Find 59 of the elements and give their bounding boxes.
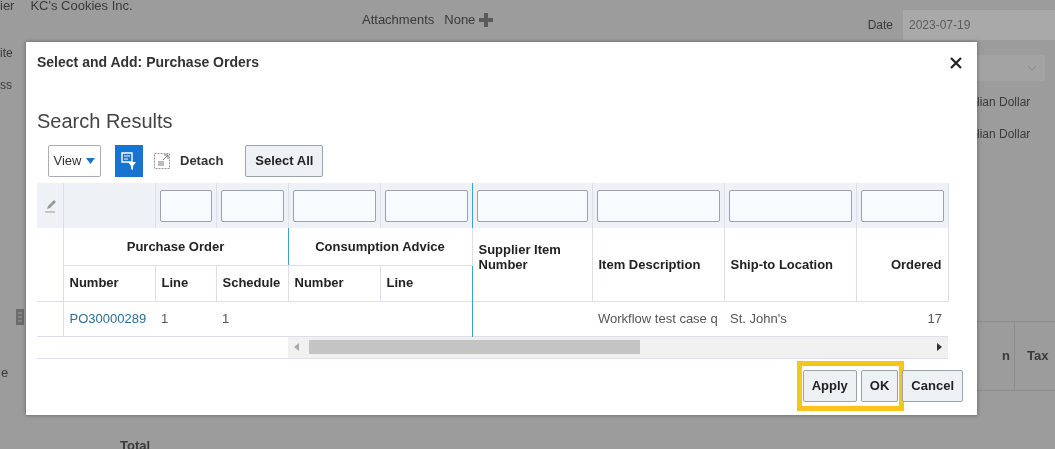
- chevron-down-icon: [1027, 65, 1037, 71]
- filter-field[interactable]: [860, 189, 944, 222]
- column-header: Item Description: [592, 228, 724, 301]
- field-label: ss: [0, 77, 13, 94]
- pencil-icon: [43, 198, 56, 213]
- column-header: Number: [288, 265, 380, 301]
- filter-button[interactable]: [115, 145, 143, 177]
- dialog-title: Select and Add: Purchase Orders: [37, 53, 259, 72]
- column-group-header: Consumption Advice: [288, 228, 472, 265]
- column-header: Ship-to Location: [724, 228, 856, 301]
- total-label: Total: [120, 436, 152, 449]
- detach-button[interactable]: Detach: [154, 151, 224, 171]
- table-cell[interactable]: PO30000289: [63, 301, 155, 336]
- field-label: ite: [0, 45, 14, 62]
- filter-field[interactable]: [596, 189, 720, 222]
- table-cell: 1: [216, 301, 288, 336]
- field-label: ier: [0, 0, 15, 15]
- select-all-button[interactable]: Select All: [245, 145, 324, 177]
- section-title: Search Results: [37, 109, 174, 134]
- filter-field[interactable]: [292, 189, 376, 222]
- dialog-button[interactable]: Cancel: [902, 370, 963, 402]
- field-label: Attachments: [362, 11, 435, 29]
- filter-field[interactable]: [728, 189, 852, 222]
- plus-icon[interactable]: [479, 12, 494, 27]
- table-cell: St. John's: [724, 301, 856, 336]
- scroll-right-icon[interactable]: [937, 343, 942, 351]
- document-icon: [16, 309, 24, 325]
- field-label: Date: [867, 17, 893, 34]
- scroll-left-icon[interactable]: [294, 343, 299, 351]
- close-icon[interactable]: [950, 56, 962, 69]
- scrollbar-thumb[interactable]: [309, 340, 640, 354]
- filter-field[interactable]: [220, 189, 284, 222]
- currency-value: lian Dollar: [977, 94, 1032, 111]
- table-cell: 1: [155, 301, 216, 336]
- view-menu-button[interactable]: View: [48, 145, 101, 177]
- currency-value: lian Dollar: [977, 126, 1032, 143]
- filter-icon: [121, 152, 137, 170]
- column-header: Ordered: [856, 228, 948, 301]
- column-header: Tax: [1026, 347, 1049, 366]
- column-header: Supplier Item Number: [472, 228, 592, 301]
- column-header: Number: [63, 265, 155, 301]
- detach-icon: [154, 153, 170, 169]
- column-group-header: Purchase Order: [63, 228, 288, 265]
- column-header: e: [1, 364, 10, 382]
- column-header: Line: [155, 265, 216, 301]
- filter-field[interactable]: [159, 189, 212, 222]
- table-cell: Workflow test case q: [592, 301, 724, 336]
- column-header: Line: [380, 265, 472, 301]
- table-cell: 17: [856, 301, 948, 336]
- field-value: None: [444, 11, 476, 29]
- filter-field[interactable]: [476, 189, 588, 222]
- caret-icon: [86, 158, 96, 164]
- field-value: KC's Cookies Inc.: [30, 0, 133, 15]
- column-header: Schedule: [216, 265, 288, 301]
- dialog-button[interactable]: OK: [860, 370, 899, 402]
- dialog-button[interactable]: Apply: [802, 370, 857, 402]
- dropdown-field[interactable]: [977, 55, 1045, 81]
- horizontal-scrollbar[interactable]: [288, 336, 948, 358]
- filter-field[interactable]: [384, 189, 468, 222]
